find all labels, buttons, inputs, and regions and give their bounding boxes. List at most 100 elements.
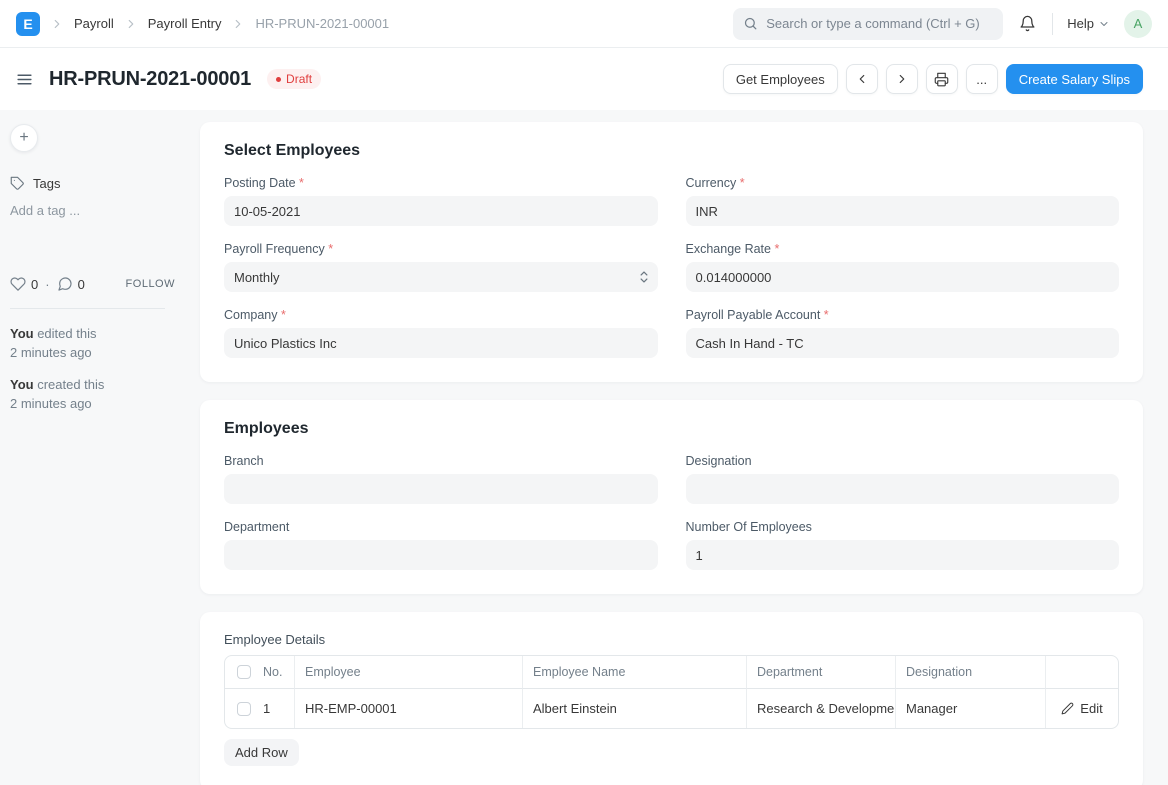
- posting-date-input[interactable]: [224, 196, 658, 226]
- cell-employee-name[interactable]: Albert Einstein: [523, 689, 747, 728]
- section-employees: Employees Branch Designation Department …: [200, 400, 1143, 594]
- add-row-button[interactable]: Add Row: [224, 739, 299, 766]
- payroll-frequency-select[interactable]: [224, 262, 658, 292]
- column-header-edit: [1046, 656, 1118, 689]
- field-label: Currency: [686, 176, 1120, 190]
- field-posting-date: Posting Date: [224, 176, 658, 226]
- follow-button[interactable]: FOLLOW: [126, 278, 175, 290]
- prev-document-button[interactable]: [846, 64, 878, 94]
- chevron-right-icon: [50, 17, 64, 31]
- breadcrumb-payroll[interactable]: Payroll: [74, 16, 114, 31]
- form-sidebar: + Tags Add a tag ... 0 · 0 FOLLOW You ed…: [10, 122, 200, 785]
- field-designation: Designation: [686, 454, 1120, 504]
- heart-icon[interactable]: [10, 276, 26, 292]
- field-payroll-frequency: Payroll Frequency: [224, 242, 658, 292]
- edit-label: Edit: [1080, 701, 1102, 716]
- status-dot-icon: [276, 77, 281, 82]
- field-company: Company: [224, 308, 658, 358]
- timeline-action: edited this: [34, 326, 97, 341]
- user-avatar[interactable]: A: [1124, 10, 1152, 38]
- field-currency: Currency: [686, 176, 1120, 226]
- column-header-no: No.: [263, 665, 282, 679]
- timeline-time: 2 minutes ago: [10, 396, 92, 411]
- cell-department[interactable]: Research & Developme...: [747, 689, 896, 728]
- row-checkbox[interactable]: [237, 702, 251, 716]
- form-body: Select Employees Posting Date Currency P…: [200, 122, 1143, 785]
- field-label: Posting Date: [224, 176, 658, 190]
- row-index: 1: [263, 701, 270, 716]
- tags-section: Tags: [10, 176, 200, 191]
- column-header-department: Department: [747, 656, 896, 689]
- timeline-actor: You: [10, 326, 34, 341]
- field-exchange-rate: Exchange Rate: [686, 242, 1120, 292]
- field-label: Exchange Rate: [686, 242, 1120, 256]
- page-title: HR-PRUN-2021-00001: [49, 68, 251, 91]
- status-badge: Draft: [267, 69, 321, 89]
- column-header-designation: Designation: [896, 656, 1046, 689]
- status-label: Draft: [286, 72, 312, 86]
- create-salary-slips-button[interactable]: Create Salary Slips: [1006, 64, 1143, 94]
- comments-count: 0: [78, 277, 85, 292]
- tags-label: Tags: [33, 176, 60, 191]
- field-label: Department: [224, 520, 658, 534]
- branch-input[interactable]: [224, 474, 658, 504]
- timeline-action: created this: [34, 377, 105, 392]
- section-select-employees: Select Employees Posting Date Currency P…: [200, 122, 1143, 382]
- company-input[interactable]: [224, 328, 658, 358]
- exchange-rate-input[interactable]: [686, 262, 1120, 292]
- field-label: Number Of Employees: [686, 520, 1120, 534]
- column-header-employee: Employee: [295, 656, 523, 689]
- comment-icon[interactable]: [57, 276, 73, 292]
- employee-details-table: No. Employee Employee Name Department De…: [224, 655, 1119, 729]
- menu-more-button[interactable]: ...: [966, 64, 998, 94]
- timeline-entry: You created this 2 minutes ago: [10, 376, 200, 414]
- search-input[interactable]: [766, 16, 993, 31]
- department-input[interactable]: [224, 540, 658, 570]
- chevron-right-icon: [231, 17, 245, 31]
- section-title: Employees: [224, 420, 1119, 438]
- navbar-actions: Help A: [733, 8, 1152, 40]
- section-employee-details: Employee Details No. Employee Employee N…: [200, 612, 1143, 785]
- sidebar-toggle-icon[interactable]: [14, 69, 35, 90]
- chevron-down-icon: [1098, 18, 1110, 30]
- get-employees-button[interactable]: Get Employees: [723, 64, 838, 94]
- tag-icon: [10, 176, 25, 191]
- table-row: 1 HR-EMP-00001 Albert Einstein Research …: [225, 689, 1118, 728]
- field-department: Department: [224, 520, 658, 570]
- add-tag-input[interactable]: Add a tag ...: [10, 203, 200, 218]
- app-logo-icon[interactable]: E: [16, 12, 40, 36]
- pencil-icon: [1061, 702, 1074, 715]
- divider: [1052, 13, 1053, 35]
- breadcrumb-current-doc[interactable]: HR-PRUN-2021-00001: [255, 16, 389, 31]
- next-document-button[interactable]: [886, 64, 918, 94]
- employee-details-label: Employee Details: [224, 632, 1119, 647]
- breadcrumb: E Payroll Payroll Entry HR-PRUN-2021-000…: [16, 12, 389, 36]
- field-label: Branch: [224, 454, 658, 468]
- notifications-bell-icon[interactable]: [1017, 13, 1038, 34]
- navbar: E Payroll Payroll Entry HR-PRUN-2021-000…: [0, 0, 1168, 48]
- timeline-actor: You: [10, 377, 34, 392]
- help-dropdown[interactable]: Help: [1067, 16, 1110, 31]
- timeline-entry: You edited this 2 minutes ago: [10, 325, 200, 363]
- field-label: Payroll Frequency: [224, 242, 658, 256]
- designation-input[interactable]: [686, 474, 1120, 504]
- field-label: Payroll Payable Account: [686, 308, 1120, 322]
- help-label: Help: [1067, 16, 1094, 31]
- payroll-payable-account-input[interactable]: [686, 328, 1120, 358]
- currency-input[interactable]: [686, 196, 1120, 226]
- section-title: Select Employees: [224, 142, 1119, 160]
- row-edit-button[interactable]: Edit: [1046, 689, 1118, 728]
- field-label: Designation: [686, 454, 1120, 468]
- add-attachment-button[interactable]: +: [10, 124, 38, 152]
- select-all-checkbox[interactable]: [237, 665, 251, 679]
- global-search[interactable]: [733, 8, 1003, 40]
- column-header-employee-name: Employee Name: [523, 656, 747, 689]
- social-actions: 0 · 0 FOLLOW: [10, 276, 175, 292]
- print-button[interactable]: [926, 64, 958, 94]
- cell-employee[interactable]: HR-EMP-00001: [295, 689, 523, 728]
- field-label: Company: [224, 308, 658, 322]
- breadcrumb-payroll-entry[interactable]: Payroll Entry: [148, 16, 222, 31]
- number-of-employees-input[interactable]: [686, 540, 1120, 570]
- cell-designation[interactable]: Manager: [896, 689, 1046, 728]
- divider: [10, 308, 165, 309]
